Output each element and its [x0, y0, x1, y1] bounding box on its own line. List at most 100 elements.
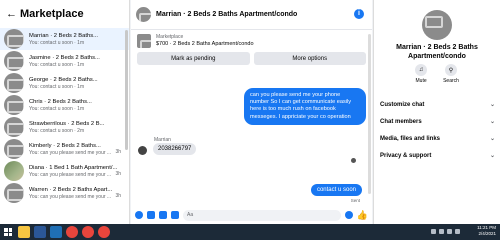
chevron-down-icon: ⌄ — [489, 153, 495, 159]
conversation-time: 3h — [115, 193, 121, 199]
incoming-message[interactable]: 2038266797 — [153, 143, 197, 155]
conversation-item[interactable]: Marrian · 2 Beds 2 Baths... You: contact … — [0, 28, 129, 50]
panel-actions: ♫ Mute ⚲ Search — [374, 64, 500, 84]
conversation-item[interactable]: Chris · 2 Beds 2 Baths... You: contact u … — [0, 94, 129, 116]
menu-chat-members[interactable]: Chat members ⌄ — [380, 113, 495, 130]
clock-date: 2/4/2021 — [478, 231, 496, 236]
listing-card[interactable]: Marketplace $700 · 2 Beds 2 Baths Apartm… — [131, 30, 372, 48]
word-icon[interactable] — [34, 226, 46, 238]
chat-thumbnail — [136, 7, 151, 22]
sticker-icon[interactable] — [159, 211, 167, 219]
browser-icon[interactable] — [50, 226, 62, 238]
mute-label: Mute — [415, 78, 427, 84]
conversation-thumbnail — [4, 161, 24, 181]
gif-icon[interactable] — [171, 211, 179, 219]
conversation-preview: You: contact u soon · 1m — [29, 83, 85, 90]
conversation-time: 3h — [115, 149, 121, 155]
conversation-item[interactable]: Kimberly · 2 Beds 2 Baths... You: can you… — [0, 138, 129, 160]
sidebar-scrollbar[interactable] — [125, 30, 128, 150]
windows-taskbar: 11:21 PM 2/4/2021 — [0, 224, 500, 240]
mute-button[interactable]: ♫ Mute — [415, 64, 428, 84]
conversation-preview: You: can you please send me your ... — [29, 193, 112, 200]
conversation-thumbnail — [4, 117, 24, 137]
conversation-item[interactable]: Warren · 2 Beds 2 Baths Apart... You: can… — [0, 182, 129, 204]
listing-price: $700 · 2 Beds 2 Baths Apartment/condo — [156, 41, 254, 47]
conversation-time: 3h — [115, 171, 121, 177]
conversation-info-panel: Marrian · 2 Beds 2 Baths Apartment/condo… — [373, 0, 500, 224]
sidebar-title: Marketplace — [20, 8, 84, 20]
chrome-icon[interactable] — [66, 226, 78, 238]
conversation-list: Marrian · 2 Beds 2 Baths... You: contact … — [0, 28, 129, 204]
outgoing-message[interactable]: can you please send me your phone number… — [244, 88, 366, 125]
menu-customize-chat[interactable]: Customize chat ⌄ — [380, 96, 495, 113]
search-icon: ⚲ — [445, 64, 457, 76]
system-tray[interactable] — [431, 229, 460, 234]
search-button[interactable]: ⚲ Search — [443, 64, 459, 84]
message-composer: Aa 👍 — [131, 206, 372, 224]
conversation-name: Marrian · 2 Beds 2 Baths... — [29, 32, 98, 39]
outgoing-message[interactable]: contact u soon — [310, 184, 362, 196]
file-explorer-icon[interactable] — [18, 226, 30, 238]
chat-area: Marrian · 2 Beds 2 Baths Apartment/condo… — [131, 0, 372, 224]
menu-privacy-support[interactable]: Privacy & support ⌄ — [380, 147, 495, 164]
info-icon[interactable]: i — [354, 9, 364, 19]
conversation-item[interactable]: Strawberrilous · 2 Beds 2 B... You: conta… — [0, 116, 129, 138]
menu-label: Chat members — [380, 118, 422, 125]
like-icon[interactable]: 👍 — [357, 210, 368, 221]
conversation-preview: You: can you please send me your ... — [29, 149, 112, 156]
conversation-preview: You: contact u soon · 1m — [29, 105, 85, 112]
back-arrow-icon[interactable]: ← — [6, 8, 20, 20]
sender-avatar[interactable] — [138, 146, 147, 155]
menu-media-files-links[interactable]: Media, files and links ⌄ — [380, 130, 495, 147]
panel-menu: Customize chat ⌄ Chat members ⌄ Media, f… — [380, 96, 495, 164]
menu-label: Privacy & support — [380, 152, 432, 159]
conversation-thumbnail — [4, 95, 24, 115]
chevron-down-icon: ⌄ — [489, 102, 495, 108]
menu-label: Media, files and links — [380, 135, 441, 142]
menu-label: Customize chat — [380, 101, 425, 108]
conversation-name: Warren · 2 Beds 2 Baths Apart... — [29, 186, 113, 193]
chrome-icon[interactable] — [82, 226, 94, 238]
conversation-thumbnail — [4, 139, 24, 159]
image-icon[interactable] — [147, 211, 155, 219]
conversation-thumbnail — [4, 73, 24, 93]
listing-label: Marketplace — [156, 34, 184, 40]
listing-thumbnail — [137, 34, 151, 48]
panel-thumbnail — [422, 10, 452, 40]
emoji-icon[interactable] — [344, 211, 353, 219]
conversation-name: Chris · 2 Beds 2 Baths... — [29, 98, 92, 105]
conversation-thumbnail — [4, 183, 24, 203]
chat-title[interactable]: Marrian · 2 Beds 2 Baths Apartment/condo — [156, 11, 297, 18]
conversation-sidebar: ← Marketplace Marrian · 2 Beds 2 Baths..… — [0, 0, 130, 224]
listing-actions: Mark as pending More options — [131, 48, 372, 69]
chat-header: Marrian · 2 Beds 2 Baths Apartment/condo… — [131, 0, 372, 30]
conversation-item[interactable]: Jasmine · 2 Beds 2 Baths... You: contact … — [0, 50, 129, 72]
chevron-down-icon: ⌄ — [489, 136, 495, 142]
sent-status: Sent — [350, 198, 360, 203]
conversation-item[interactable]: George · 2 Beds 2 Baths... You: contact u… — [0, 72, 129, 94]
sidebar-header: ← Marketplace — [0, 0, 129, 28]
conversation-preview: You: can you please send me your ... — [29, 171, 112, 178]
chrome-icon[interactable] — [98, 226, 110, 238]
conversation-name: Jasmine · 2 Beds 2 Baths... — [29, 54, 100, 61]
conversation-name: George · 2 Beds 2 Baths... — [29, 76, 98, 83]
more-options-button[interactable]: More options — [253, 52, 366, 65]
mark-pending-button[interactable]: Mark as pending — [137, 52, 250, 65]
conversation-thumbnail — [4, 29, 24, 49]
plus-icon[interactable] — [135, 211, 143, 219]
windows-start-icon[interactable] — [2, 226, 14, 238]
search-label: Search — [443, 78, 459, 84]
conversation-name: Strawberrilous · 2 Beds 2 B... — [29, 120, 105, 127]
chat-scrollbar[interactable] — [368, 34, 371, 194]
bell-icon: ♫ — [415, 64, 428, 76]
conversation-preview: You: contact u soon · 1m — [29, 61, 85, 68]
panel-title: Marrian · 2 Beds 2 Baths Apartment/condo — [396, 44, 478, 60]
taskbar-clock[interactable]: 11:21 PM 2/4/2021 — [477, 225, 496, 237]
conversation-preview: You: contact u soon · 1m — [29, 39, 85, 46]
message-input[interactable]: Aa — [183, 209, 341, 221]
conversation-preview: You: contact u soon · 2m — [29, 127, 85, 134]
chevron-down-icon: ⌄ — [489, 119, 495, 125]
conversation-item[interactable]: Diana · 1 Bed 1 Bath Apartment/... You: c… — [0, 160, 129, 182]
conversation-thumbnail — [4, 51, 24, 71]
conversation-name: Kimberly · 2 Beds 2 Baths... — [29, 142, 101, 149]
